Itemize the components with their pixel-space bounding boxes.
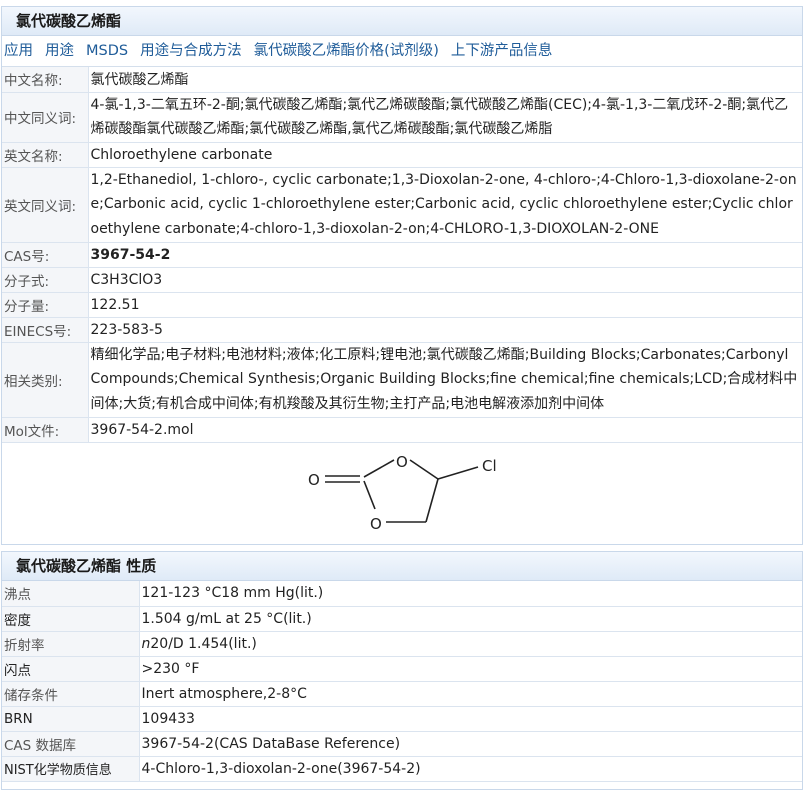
structure-cell: O O O Cl: [2, 442, 802, 543]
row-mol: Mol文件: 3967-54-2.mol: [2, 417, 802, 443]
atom-cl: Cl: [482, 457, 497, 475]
prop-label: 闪点: [2, 656, 140, 682]
prop-value: 1.504 g/mL at 25 °C(lit.): [139, 606, 802, 632]
row-einecs: EINECS号: 223-583-5: [2, 317, 802, 343]
category-value[interactable]: 精细化学品;电子材料;电池材料;液体;化工原料;锂电池;氯代碳酸乙烯酯;Buil…: [88, 342, 802, 418]
atom-o-bottom: O: [370, 515, 382, 533]
prop-label: BRN: [2, 706, 140, 732]
row-cas: CAS号: 3967-54-2: [2, 242, 802, 268]
prop-value: 109433: [139, 706, 802, 732]
prop-value: n20/D 1.454(lit.): [139, 631, 802, 657]
row-formula: 分子式: C3H3ClO3: [2, 267, 802, 293]
prop-value: >230 °F: [139, 656, 802, 682]
prop-row-flash-point: 闪点 >230 °F: [2, 656, 802, 682]
row-mw: 分子量: 122.51: [2, 292, 802, 318]
prop-label: 沸点: [2, 581, 140, 607]
tab-bar: 应用 用途 MSDS 用途与合成方法 氯代碳酸乙烯酯价格(试剂级) 上下游产品信息: [2, 36, 802, 67]
properties-panel: 氯代碳酸乙烯酯 性质 沸点 121-123 °C18 mm Hg(lit.) 密…: [1, 551, 803, 790]
row-cn-synonyms: 中文同义词: 4-氯-1,3-二氧五环-2-酮;氯代碳酸乙烯酯;氯代乙烯碳酸酯;…: [2, 92, 802, 143]
atom-o-top: O: [396, 453, 408, 471]
row-label: Mol文件:: [2, 417, 89, 443]
tab-price[interactable]: 氯代碳酸乙烯酯价格(试剂级): [254, 43, 439, 59]
en-name-value: Chloroethylene carbonate: [88, 142, 802, 168]
prop-row-cas-database: CAS 数据库 3967-54-2(CAS DataBase Reference…: [2, 731, 802, 757]
tab-application[interactable]: 应用: [4, 43, 33, 59]
row-en-name: 英文名称: Chloroethylene carbonate: [2, 142, 802, 168]
row-label: 中文同义词:: [2, 92, 89, 143]
row-cn-name: 中文名称: 氯代碳酸乙烯酯: [2, 67, 802, 93]
row-label: 中文名称:: [2, 67, 89, 93]
prop-value[interactable]: 3967-54-2(CAS DataBase Reference): [139, 731, 802, 757]
row-label: 英文名称:: [2, 142, 89, 168]
prop-value[interactable]: 4-Chloro-1,3-dioxolan-2-one(3967-54-2): [139, 756, 802, 782]
row-label: CAS号:: [2, 242, 89, 268]
prop-label: 密度: [2, 606, 140, 632]
row-label: 相关类别:: [2, 342, 89, 418]
cas-value: 3967-54-2: [88, 242, 802, 268]
mol-file-link[interactable]: 3967-54-2.mol: [88, 417, 802, 443]
properties-table: 沸点 121-123 °C18 mm Hg(lit.) 密度 1.504 g/m…: [2, 581, 802, 782]
prop-value: Inert atmosphere,2-8°C: [139, 681, 802, 707]
tab-msds[interactable]: MSDS: [86, 43, 128, 59]
einecs-value: 223-583-5: [88, 317, 802, 343]
prop-label: 储存条件: [2, 681, 140, 707]
prop-row-storage: 储存条件 Inert atmosphere,2-8°C: [2, 681, 802, 707]
row-label: 分子式:: [2, 267, 89, 293]
row-label: EINECS号:: [2, 317, 89, 343]
mw-value: 122.51: [88, 292, 802, 318]
tab-synthesis[interactable]: 用途与合成方法: [140, 43, 242, 59]
row-en-synonyms: 英文同义词: 1,2-Ethanediol, 1-chloro-, cyclic…: [2, 167, 802, 243]
formula-value: C3H3ClO3: [88, 267, 802, 293]
row-category: 相关类别: 精细化学品;电子材料;电池材料;液体;化工原料;锂电池;氯代碳酸乙烯…: [2, 342, 802, 418]
en-synonyms-value[interactable]: 1,2-Ethanediol, 1-chloro-, cyclic carbon…: [88, 167, 802, 243]
cn-name-value[interactable]: 氯代碳酸乙烯酯: [88, 67, 802, 93]
info-table: 中文名称: 氯代碳酸乙烯酯 中文同义词: 4-氯-1,3-二氧五环-2-酮;氯代…: [2, 67, 802, 543]
prop-row-nist: NIST化学物质信息 4-Chloro-1,3-dioxolan-2-one(3…: [2, 756, 802, 782]
tab-usage[interactable]: 用途: [45, 43, 74, 59]
prop-value: 121-123 °C18 mm Hg(lit.): [139, 581, 802, 607]
row-label: 英文同义词:: [2, 167, 89, 243]
properties-title: 氯代碳酸乙烯酯 性质: [2, 552, 802, 581]
molecule-structure-diagram: O O O Cl: [308, 453, 497, 533]
prop-row-density: 密度 1.504 g/mL at 25 °C(lit.): [2, 606, 802, 632]
tab-related-products[interactable]: 上下游产品信息: [451, 43, 553, 59]
prop-label: CAS 数据库: [2, 731, 140, 757]
row-label: 分子量:: [2, 292, 89, 318]
prop-row-brn: BRN 109433: [2, 706, 802, 732]
atom-o-carbonyl: O: [308, 471, 320, 489]
section-title: 氯代碳酸乙烯酯: [2, 7, 802, 36]
prop-value-text: 20/D 1.454(lit.): [150, 635, 257, 652]
basic-info-panel: 氯代碳酸乙烯酯 应用 用途 MSDS 用途与合成方法 氯代碳酸乙烯酯价格(试剂级) 上下游…: [1, 6, 803, 545]
prop-label: NIST化学物质信息: [2, 756, 140, 782]
prop-row-boiling-point: 沸点 121-123 °C18 mm Hg(lit.): [2, 581, 802, 607]
row-structure: O O O Cl: [2, 442, 802, 543]
prop-row-refractive-index: 折射率 n20/D 1.454(lit.): [2, 631, 802, 657]
cn-synonyms-value[interactable]: 4-氯-1,3-二氧五环-2-酮;氯代碳酸乙烯酯;氯代乙烯碳酸酯;氯代碳酸乙烯酯…: [88, 92, 802, 143]
prop-label: 折射率: [2, 631, 140, 657]
